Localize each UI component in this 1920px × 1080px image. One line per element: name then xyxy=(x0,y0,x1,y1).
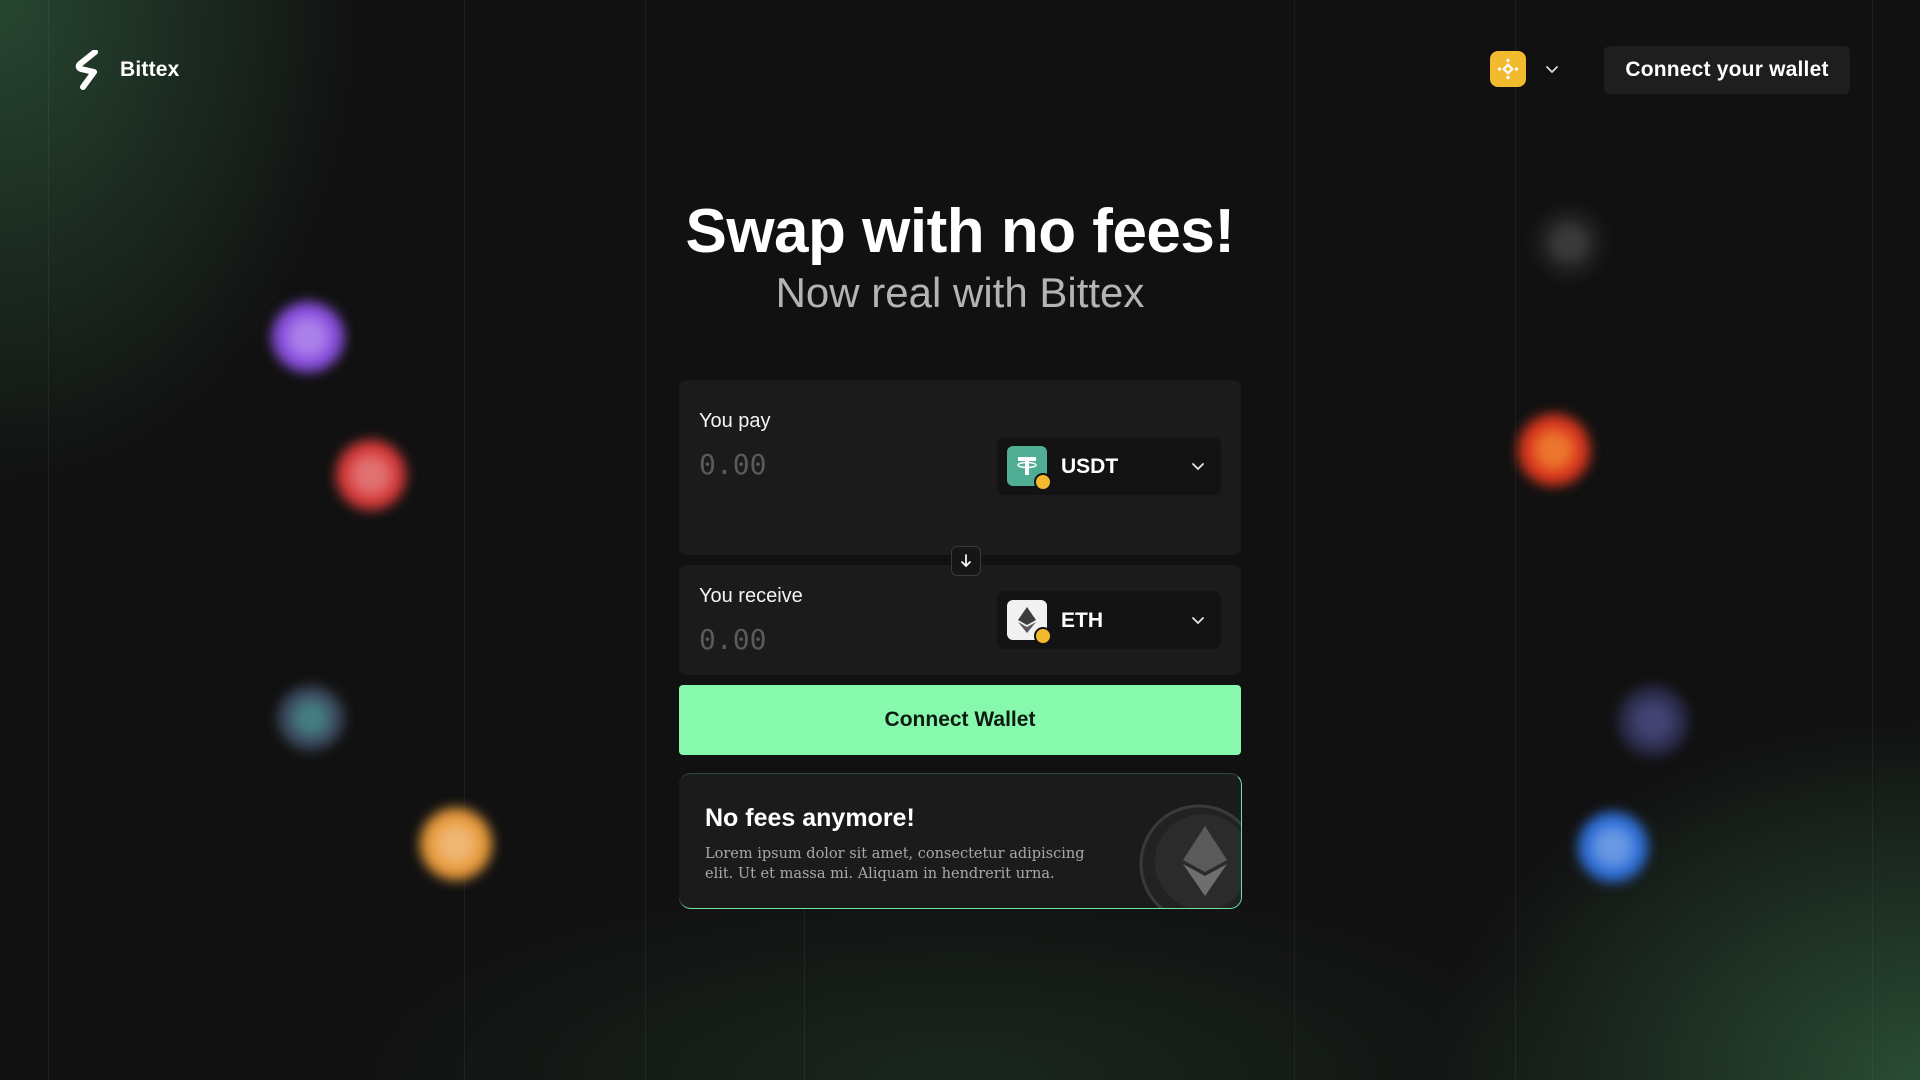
bnb-badge-icon xyxy=(1034,627,1052,645)
pay-token-selector[interactable]: USDT xyxy=(997,437,1221,495)
chevron-down-icon xyxy=(1192,617,1204,625)
pay-panel: You pay USDT xyxy=(679,380,1241,555)
hero-section: Swap with no fees! Now real with Bittex xyxy=(0,196,1920,318)
receive-token-symbol: ETH xyxy=(1061,609,1103,632)
background-grid-line xyxy=(645,0,646,1080)
receive-amount-input[interactable] xyxy=(699,619,959,659)
chevron-down-icon xyxy=(1192,463,1204,471)
swap-page: Bittex Connect your wallet Swap with no … xyxy=(0,0,1920,1080)
blurred-coin-icon xyxy=(278,686,344,750)
bnb-chain-icon xyxy=(1490,51,1526,87)
connect-wallet-header-button[interactable]: Connect your wallet xyxy=(1604,46,1850,94)
bnb-badge-icon xyxy=(1034,473,1052,491)
receive-token-selector[interactable]: ETH xyxy=(997,591,1221,649)
receive-panel: You receive ETH xyxy=(679,565,1241,675)
info-card-text: Lorem ipsum dolor sit amet, consectetur … xyxy=(705,846,1085,882)
arrow-down-icon xyxy=(961,554,971,568)
network-selector[interactable] xyxy=(1490,51,1560,87)
page-subtitle: Now real with Bittex xyxy=(775,269,1145,316)
swap-direction-button[interactable] xyxy=(951,546,981,576)
info-card-title: No fees anymore! xyxy=(705,804,915,832)
pay-token-symbol: USDT xyxy=(1061,455,1119,478)
connect-wallet-button[interactable]: Connect Wallet xyxy=(679,685,1241,755)
brand-logo[interactable]: Bittex xyxy=(74,50,180,90)
eth-coin-icon xyxy=(1139,804,1241,908)
pay-label: You pay xyxy=(699,410,771,432)
eth-icon xyxy=(1007,600,1052,645)
usdt-icon xyxy=(1007,446,1052,491)
chevron-down-icon xyxy=(1546,66,1558,74)
pay-amount-input[interactable] xyxy=(699,444,959,484)
background-grid-line xyxy=(804,900,805,1080)
receive-label: You receive xyxy=(699,585,803,607)
blurred-coin-icon xyxy=(420,808,492,880)
info-card: No fees anymore! Lorem ipsum dolor sit a… xyxy=(679,773,1242,909)
background-grid-line xyxy=(48,0,49,1080)
blurred-coin-icon xyxy=(1618,686,1688,756)
bittex-logo-icon xyxy=(75,50,98,90)
background-grid-line xyxy=(1872,0,1873,1080)
background-grid-line xyxy=(464,0,465,1080)
background-grid-line xyxy=(1294,0,1295,1080)
background-grid-line xyxy=(1515,0,1516,1080)
blurred-coin-icon xyxy=(336,440,406,510)
page-title: Swap with no fees! xyxy=(685,197,1235,266)
blurred-coin-icon xyxy=(1518,414,1590,486)
top-navigation: Bittex Connect your wallet xyxy=(0,0,1920,140)
brand-name: Bittex xyxy=(120,58,180,81)
blurred-coin-icon xyxy=(1578,812,1648,882)
